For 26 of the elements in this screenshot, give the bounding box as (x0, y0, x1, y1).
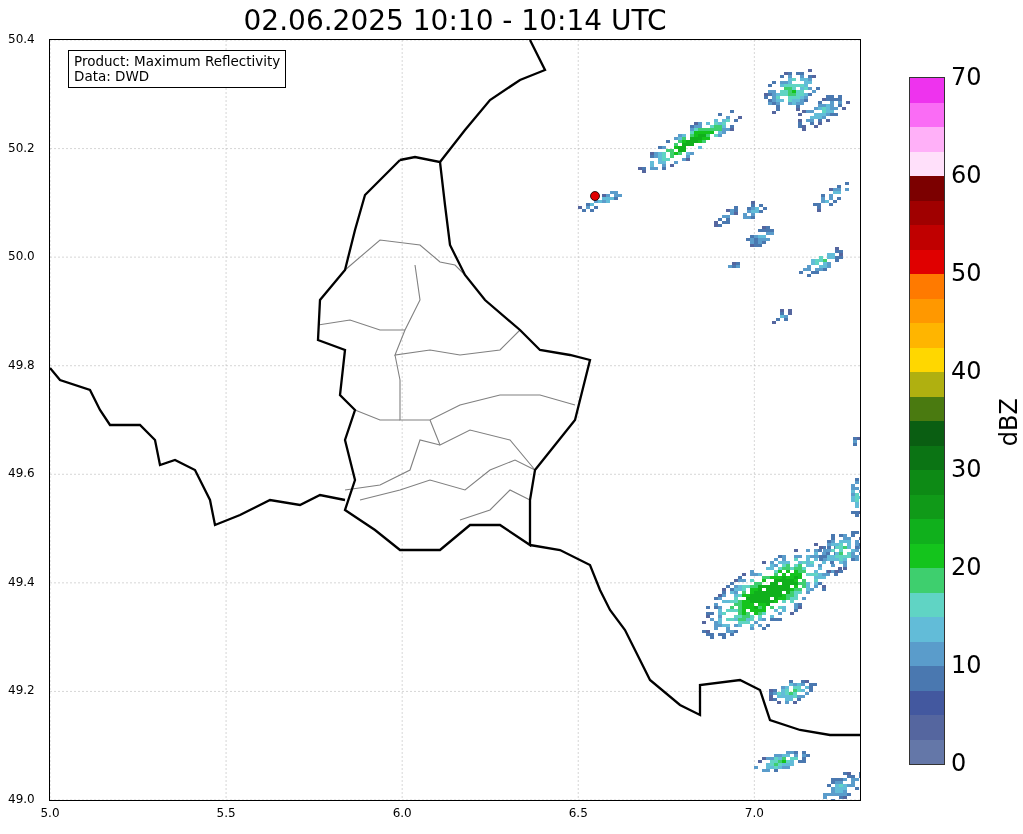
x-tick-label: 5.0 (39, 806, 61, 820)
colorbar-tick-label: 20 (951, 553, 982, 581)
legend-text: Data: DWD (74, 69, 151, 84)
colorbar-tick-label: 0 (951, 749, 967, 777)
colorbar-tick-label: 10 (951, 651, 982, 679)
x-tick-label: 6.5 (567, 806, 589, 820)
y-tick-label: 50.2 (8, 140, 35, 155)
station-marker (590, 191, 600, 201)
x-tick-label: 6.0 (391, 806, 413, 820)
y-tick-label: 49.2 (8, 683, 35, 698)
plot-title: 02.06.2025 10:10 - 10:14 UTC (243, 5, 667, 37)
y-tick-label: 50.0 (8, 249, 35, 264)
colorbar-label: dBZ (995, 397, 1023, 447)
legend-text: Product: Maximum Reflectivity (74, 54, 281, 69)
x-tick-label: 7.0 (743, 806, 765, 820)
y-tick-label: 49.4 (8, 574, 35, 589)
colorbar-tick-label: 40 (951, 357, 982, 385)
y-tick-label: 49.8 (8, 357, 35, 372)
colorbar-tick-label: 30 (951, 455, 982, 483)
y-tick-label: 49.6 (8, 466, 35, 481)
y-tick-label: 50.4 (8, 32, 35, 46)
colorbar-tick-label: 60 (951, 161, 982, 189)
y-tick-label: 49.0 (8, 792, 35, 806)
colorbar-tick-label: 70 (951, 63, 982, 91)
x-tick-label: 5.5 (215, 806, 237, 820)
colorbar-tick-label: 50 (951, 259, 982, 287)
